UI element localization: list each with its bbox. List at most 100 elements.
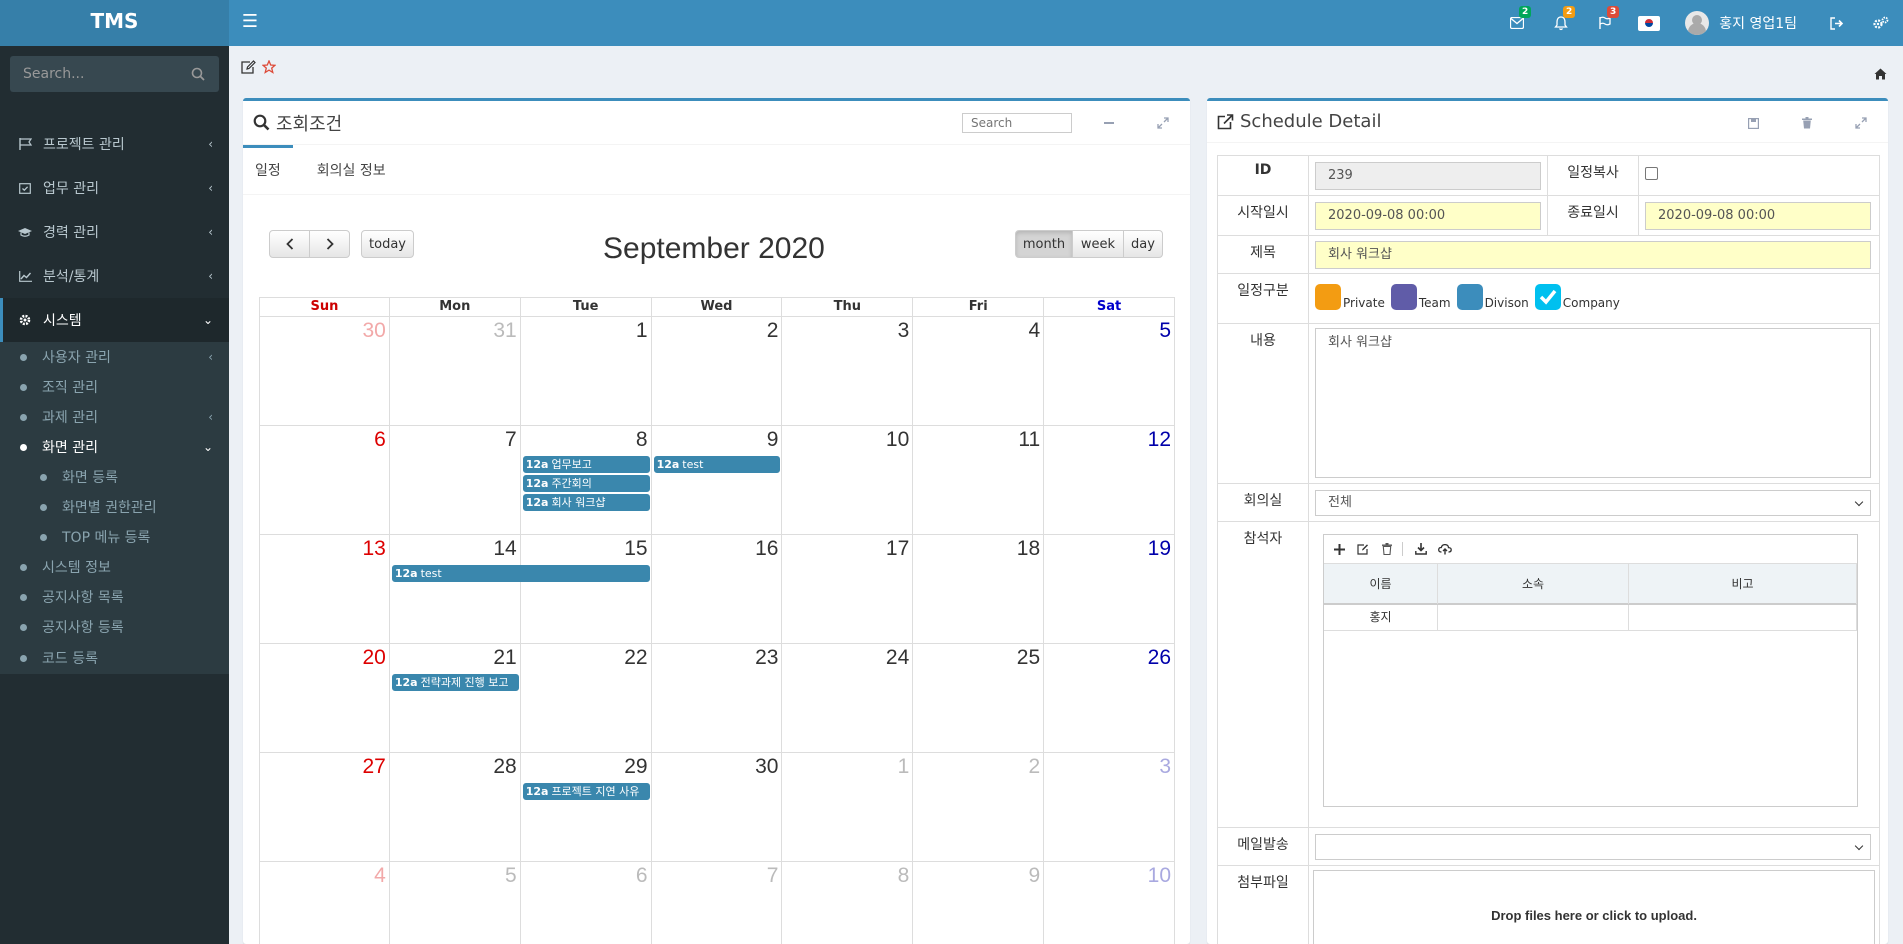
calendar-day-cell[interactable]: 31 xyxy=(390,317,521,425)
day-number[interactable]: 21 xyxy=(493,646,516,670)
day-number[interactable]: 29 xyxy=(624,755,647,779)
calendar-day-cell[interactable]: 6 xyxy=(259,426,390,534)
trash-icon[interactable] xyxy=(1378,540,1396,558)
category-option-company[interactable]: Company xyxy=(1534,283,1620,310)
home-icon[interactable] xyxy=(1874,68,1887,84)
column-header[interactable]: 이름 xyxy=(1324,564,1438,604)
calendar-day-cell[interactable]: 5 xyxy=(1044,317,1175,425)
sidebar-item-screen-register[interactable]: 화면 등록 xyxy=(0,462,229,492)
mail-select[interactable] xyxy=(1315,833,1871,860)
end-datetime-input[interactable]: 2020-09-08 00:00 xyxy=(1645,201,1871,230)
calendar-day-cell[interactable]: 2 xyxy=(652,317,783,425)
star-icon[interactable] xyxy=(261,59,277,78)
sidebar-item-task[interactable]: 업무 관리 ‹ xyxy=(0,166,229,210)
day-number[interactable]: 10 xyxy=(886,428,909,452)
column-header[interactable]: 비고 xyxy=(1629,564,1857,604)
calendar-day-cell[interactable]: 4 xyxy=(259,862,390,944)
day-number[interactable]: 27 xyxy=(362,755,385,779)
calendar-day-cell[interactable]: 29 xyxy=(521,753,652,861)
checkbox-checked-icon[interactable] xyxy=(1534,283,1561,310)
calendar-event[interactable]: 12a test xyxy=(653,456,781,473)
collapse-icon[interactable] xyxy=(1082,108,1136,138)
day-number[interactable]: 17 xyxy=(886,537,909,561)
day-number[interactable]: 22 xyxy=(624,646,647,670)
day-number[interactable]: 2 xyxy=(1028,755,1040,779)
calendar-day-cell[interactable]: 20 xyxy=(259,644,390,752)
calendar-day-cell[interactable]: 30 xyxy=(652,753,783,861)
day-number[interactable]: 23 xyxy=(755,646,778,670)
sidebar-item-project[interactable]: 프로젝트 관리 ‹ xyxy=(0,122,229,166)
calendar-day-cell[interactable]: 23 xyxy=(652,644,783,752)
day-number[interactable]: 4 xyxy=(1028,319,1040,343)
category-option-divison[interactable]: Divison xyxy=(1456,283,1529,310)
day-number[interactable]: 3 xyxy=(1159,755,1171,779)
color-swatch[interactable] xyxy=(1315,283,1341,310)
sidebar-search-input[interactable] xyxy=(10,56,219,92)
day-number[interactable]: 20 xyxy=(362,646,385,670)
day-number[interactable]: 8 xyxy=(636,428,648,452)
logout-icon[interactable] xyxy=(1815,0,1859,46)
calendar-day-cell[interactable]: 5 xyxy=(390,862,521,944)
sidebar-item-notice-register[interactable]: 공지사항 등록 xyxy=(0,612,229,642)
calendar-day-cell[interactable]: 1 xyxy=(521,317,652,425)
calendar-day-cell[interactable]: 18 xyxy=(913,535,1045,643)
expand-icon[interactable] xyxy=(1136,108,1190,138)
calendar-day-cell[interactable]: 7 xyxy=(652,862,783,944)
calendar-event[interactable]: 12a 전략과제 진행 보고 xyxy=(391,674,519,691)
day-number[interactable]: 2 xyxy=(767,319,779,343)
calendar-event[interactable]: 12a 회사 워크샵 xyxy=(522,494,650,511)
calendar-day-cell[interactable]: 15 xyxy=(521,535,652,643)
sidebar-item-top-menu[interactable]: TOP 메뉴 등록 xyxy=(0,522,229,552)
calendar-event[interactable]: 12a 주간회의 xyxy=(522,475,650,492)
search-icon[interactable] xyxy=(191,67,205,81)
calendar-day-cell[interactable]: 27 xyxy=(259,753,390,861)
day-number[interactable]: 10 xyxy=(1148,864,1171,888)
calendar-event[interactable]: 12a 프로젝트 지연 사유 xyxy=(522,783,650,800)
save-icon[interactable] xyxy=(1726,108,1780,138)
prev-month-button[interactable] xyxy=(269,230,310,258)
day-number[interactable]: 12 xyxy=(1148,428,1171,452)
day-number[interactable]: 5 xyxy=(1159,319,1171,343)
day-number[interactable]: 9 xyxy=(767,428,779,452)
calendar-event[interactable]: 12a test xyxy=(391,565,650,582)
table-row[interactable]: 홍지 xyxy=(1324,605,1857,631)
calendar-day-cell[interactable]: 10 xyxy=(1044,862,1175,944)
calendar-day-cell[interactable]: 19 xyxy=(1044,535,1175,643)
calendar-day-cell[interactable]: 1 xyxy=(782,753,914,861)
file-dropzone[interactable]: Drop files here or click to upload. xyxy=(1313,870,1875,944)
bell-icon[interactable]: 2 xyxy=(1539,0,1583,46)
column-header[interactable]: 소속 xyxy=(1438,564,1629,604)
today-button[interactable]: today xyxy=(361,230,414,258)
sidebar-item-user-mgmt[interactable]: 사용자 관리 ‹ xyxy=(0,342,229,372)
calendar-day-cell[interactable]: 12 xyxy=(1044,426,1175,534)
day-number[interactable]: 4 xyxy=(374,864,386,888)
day-number[interactable]: 13 xyxy=(362,537,385,561)
calendar-day-cell[interactable]: 9 xyxy=(913,862,1045,944)
panel-search-input[interactable] xyxy=(962,113,1072,133)
sidebar-item-code-register[interactable]: 코드 등록 xyxy=(0,642,229,674)
copy-checkbox[interactable] xyxy=(1645,167,1658,180)
day-number[interactable]: 7 xyxy=(505,428,517,452)
day-number[interactable]: 1 xyxy=(636,319,648,343)
calendar-day-cell[interactable]: 3 xyxy=(782,317,914,425)
day-number[interactable]: 3 xyxy=(898,319,910,343)
start-datetime-input[interactable]: 2020-09-08 00:00 xyxy=(1315,201,1541,230)
category-option-team[interactable]: Team xyxy=(1390,283,1451,310)
calendar-day-cell[interactable]: 28 xyxy=(390,753,521,861)
calendar-day-cell[interactable]: 4 xyxy=(913,317,1045,425)
settings-gears-icon[interactable] xyxy=(1859,0,1903,46)
day-number[interactable]: 1 xyxy=(898,755,910,779)
subject-input[interactable]: 회사 워크샵 xyxy=(1315,240,1871,269)
day-number[interactable]: 7 xyxy=(767,864,779,888)
calendar-day-cell[interactable]: 8 xyxy=(782,862,914,944)
calendar-day-cell[interactable]: 3 xyxy=(1044,753,1175,861)
room-select[interactable]: 전체 xyxy=(1315,489,1871,516)
calendar-day-cell[interactable]: 13 xyxy=(259,535,390,643)
day-number[interactable]: 9 xyxy=(1028,864,1040,888)
day-number[interactable]: 31 xyxy=(493,319,516,343)
calendar-day-cell[interactable]: 25 xyxy=(913,644,1045,752)
next-month-button[interactable] xyxy=(309,230,350,258)
calendar-day-cell[interactable]: 30 xyxy=(259,317,390,425)
day-number[interactable]: 18 xyxy=(1017,537,1040,561)
color-swatch[interactable] xyxy=(1456,283,1483,310)
